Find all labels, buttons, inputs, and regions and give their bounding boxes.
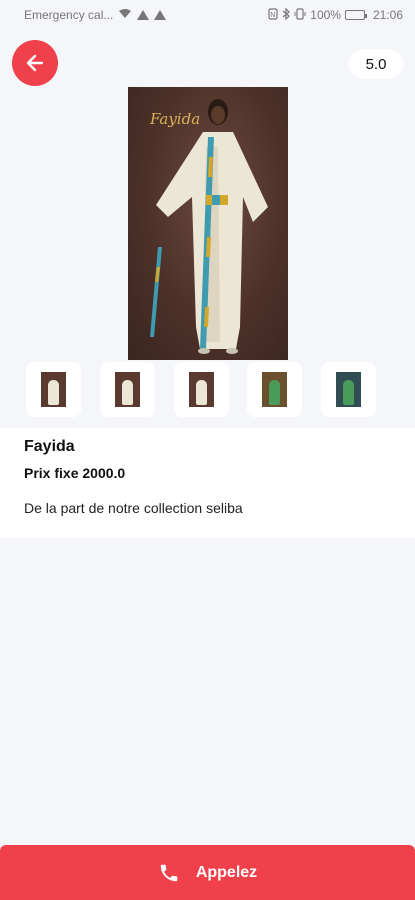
thumbnail-image xyxy=(188,372,214,407)
status-right: N 100% 21:06 xyxy=(268,7,403,23)
thumbnail-image xyxy=(114,372,140,407)
battery-percent: 100% xyxy=(310,8,341,22)
thumbnail-strip xyxy=(26,362,376,418)
warning-icon xyxy=(154,10,167,20)
model-figure xyxy=(150,99,268,354)
product-price: Prix fixe 2000.0 xyxy=(24,465,126,481)
thumbnail-1[interactable] xyxy=(26,362,81,417)
phone-icon xyxy=(160,864,178,881)
wifi-icon xyxy=(118,8,132,22)
warning-icon xyxy=(137,10,150,20)
thumbnail-image xyxy=(262,372,288,407)
product-description: De la part de notre collection seliba xyxy=(24,500,243,516)
bluetooth-icon xyxy=(282,7,291,23)
rating-value: 5.0 xyxy=(365,55,387,73)
product-info-panel: Fayida Prix fixe 2000.0 De la part de no… xyxy=(0,428,415,538)
thumbnail-2[interactable] xyxy=(99,362,155,417)
thumbnail-3[interactable] xyxy=(173,362,229,417)
nfc-icon: N xyxy=(268,7,278,23)
thumbnail-image xyxy=(41,372,66,407)
call-label: Appelez xyxy=(195,863,258,881)
svg-text:N: N xyxy=(271,12,276,19)
thumbnail-4[interactable] xyxy=(247,362,303,417)
thumbnail-5[interactable] xyxy=(321,362,376,417)
clock: 21:06 xyxy=(372,8,403,22)
status-bar: Emergency cal... N 100% 21:06 xyxy=(0,0,415,30)
carrier-text: Emergency cal... xyxy=(24,8,114,22)
vibrate-icon xyxy=(294,7,306,23)
product-main-image: Fayida xyxy=(128,87,288,360)
product-name: Fayida xyxy=(24,438,75,455)
call-button[interactable]: Appelez xyxy=(0,845,415,900)
status-left: Emergency cal... xyxy=(24,8,167,22)
arrow-left-icon xyxy=(26,54,44,72)
rating-badge: 5.0 xyxy=(349,49,403,79)
thumbnail-image xyxy=(336,372,361,407)
battery-icon xyxy=(344,10,367,20)
back-button[interactable] xyxy=(12,40,58,86)
